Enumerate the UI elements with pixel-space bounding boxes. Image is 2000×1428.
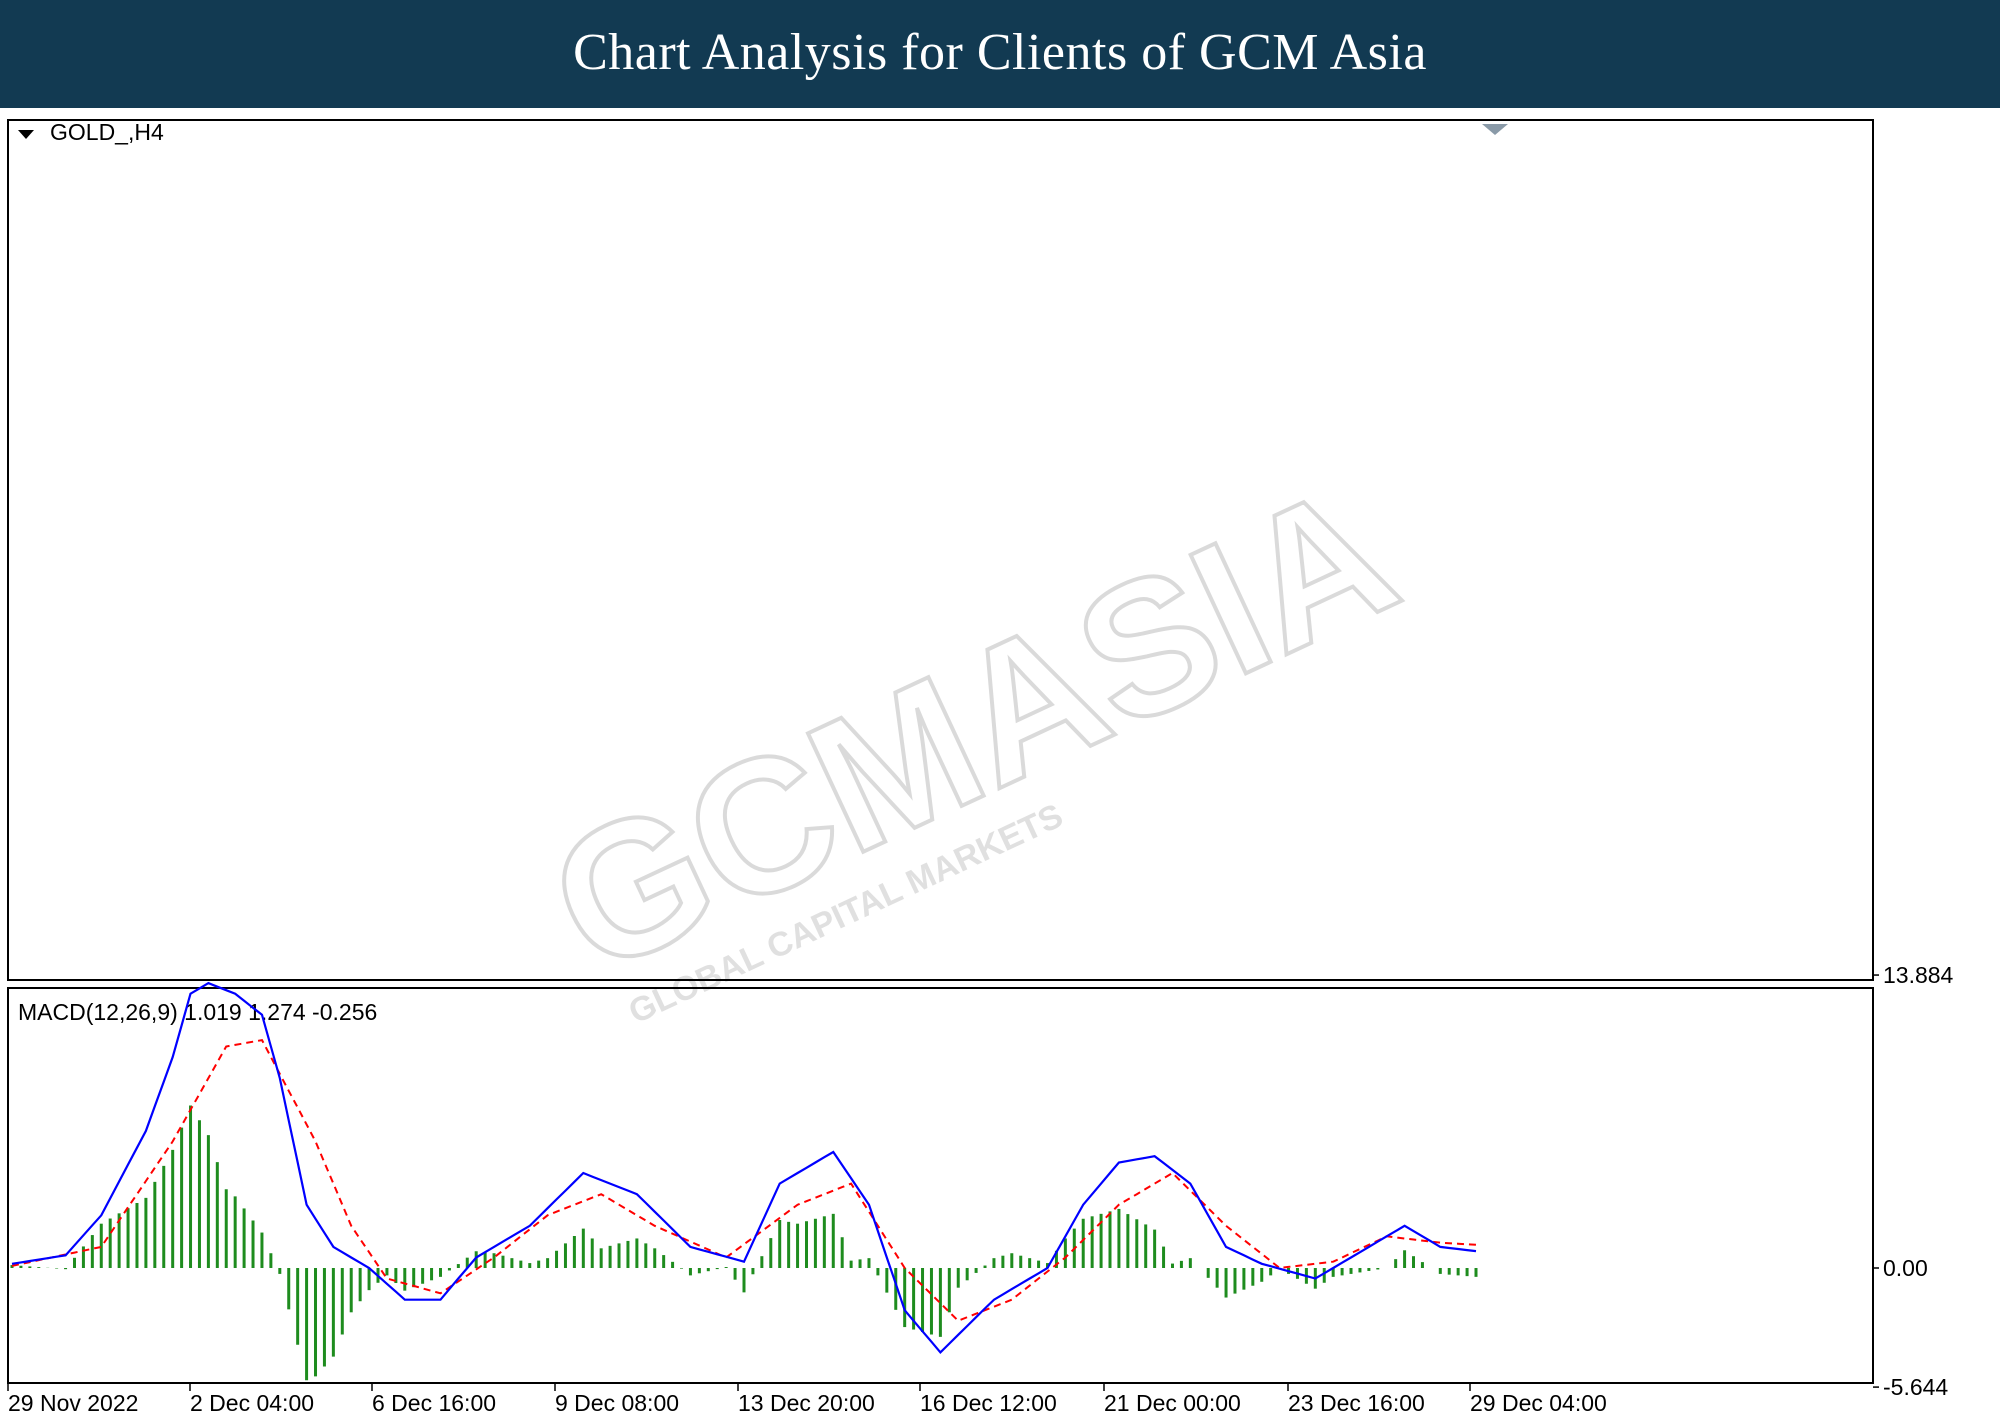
- x-tick-label: 9 Dec 08:00: [555, 1390, 679, 1416]
- watermark-text: GCMASIA: [521, 443, 1424, 1014]
- macd-panel: MACD(12,26,9) 1.019 1.274 -0.256 13.884 0.…: [7, 962, 1954, 1400]
- watermark: GCMASIAGLOBAL CAPITAL MARKETS: [519, 441, 1426, 1031]
- symbol-label: GOLD_,H4: [50, 119, 164, 145]
- macd-histogram: [10, 1105, 1478, 1381]
- x-tick-label: 29 Nov 2022: [8, 1390, 138, 1416]
- macd-tick-label: 0.00: [1883, 1255, 1928, 1281]
- x-tick-label: 2 Dec 04:00: [190, 1390, 314, 1416]
- chart-area: GCMASIAGLOBAL CAPITAL MARKETS GOLD_,H418…: [7, 119, 1954, 1416]
- x-tick-label: 6 Dec 16:00: [372, 1390, 496, 1416]
- x-tick-label: 16 Dec 12:00: [920, 1390, 1057, 1416]
- macd-line: [11, 981, 1477, 1355]
- x-axis: 29 Nov 2022 2 Dec 04:00 6 Dec 16:00 9 Dec 0…: [7, 1383, 1607, 1416]
- macd-tick-label: -5.644: [1883, 1374, 1948, 1400]
- x-tick-label: 29 Dec 04:00: [1470, 1390, 1607, 1416]
- x-tick-label: 13 Dec 20:00: [738, 1390, 875, 1416]
- macd-label: MACD(12,26,9) 1.019 1.274 -0.256: [18, 999, 377, 1025]
- watermark-group: GCMASIAGLOBAL CAPITAL MARKETS: [519, 441, 1426, 1031]
- x-tick-label: 23 Dec 16:00: [1288, 1390, 1425, 1416]
- page-title: Chart Analysis for Clients of GCM Asia: [573, 23, 1427, 81]
- macd-tick-label: 13.884: [1883, 962, 1954, 988]
- dropdown-triangle-icon: [18, 130, 34, 139]
- x-tick-label: 21 Dec 00:00: [1104, 1390, 1241, 1416]
- title-banner: Chart Analysis for Clients of GCM Asia: [0, 0, 2000, 104]
- shift-marker-icon: [1482, 124, 1508, 135]
